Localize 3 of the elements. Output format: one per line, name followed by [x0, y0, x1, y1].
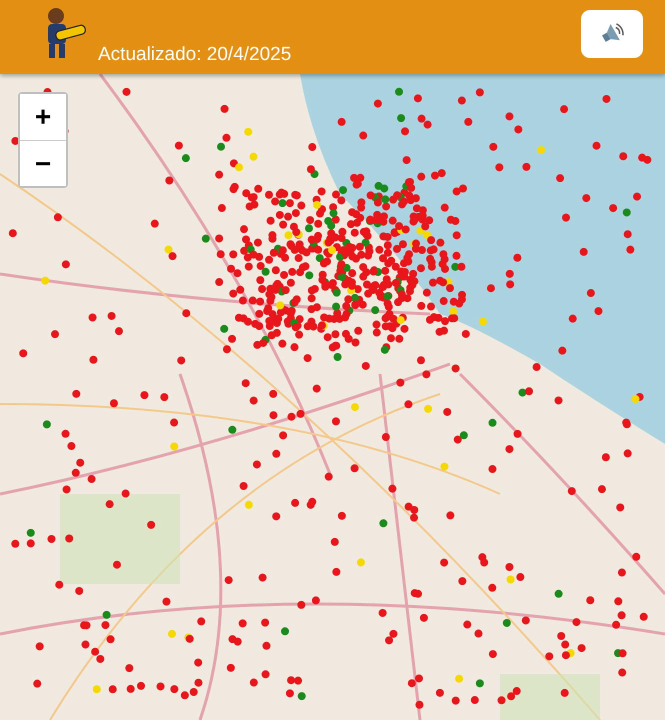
sound-button[interactable] — [581, 10, 643, 58]
zoom-out-button[interactable]: − — [20, 140, 66, 186]
updated-date-text: Actualizado: 20/4/2025 — [98, 44, 292, 66]
